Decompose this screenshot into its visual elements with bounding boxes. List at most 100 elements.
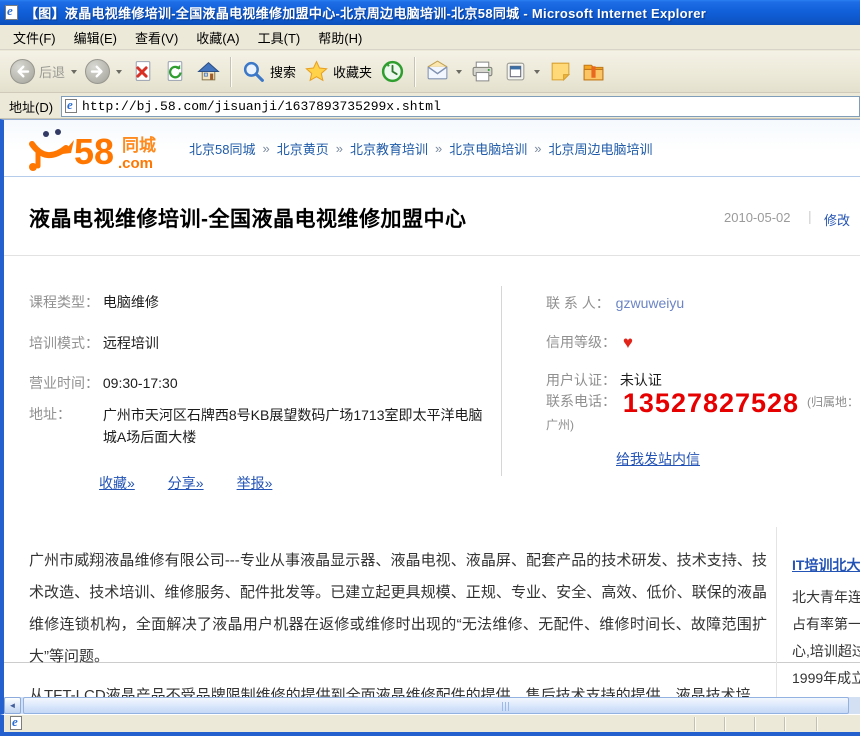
star-icon xyxy=(304,59,329,84)
refresh-icon xyxy=(163,59,188,84)
mail-button[interactable] xyxy=(421,54,466,90)
back-icon xyxy=(10,59,35,84)
breadcrumb-link-4[interactable]: 北京电脑培训 xyxy=(449,139,527,158)
folder-button[interactable] xyxy=(577,54,610,90)
description-text: 广州市威翔液晶维修有限公司---专业从事液晶显示器、液晶电视、液晶屏、配套产品的… xyxy=(29,545,767,697)
contact-name-value: gzwuweiyu xyxy=(616,295,684,311)
description-section: 广州市威翔液晶维修有限公司---专业从事液晶显示器、液晶电视、液晶屏、配套产品的… xyxy=(4,527,860,697)
page-title: 液晶电视维修培训-全国液晶电视维修加盟中心 xyxy=(29,203,467,233)
edit-button[interactable] xyxy=(499,54,544,90)
stop-button[interactable] xyxy=(126,54,159,90)
standard-toolbar: 后退 搜索 xyxy=(0,51,860,93)
menu-view[interactable]: 查看(V) xyxy=(126,25,187,50)
home-button[interactable] xyxy=(192,54,225,90)
breadcrumb-link-3[interactable]: 北京教育培训 xyxy=(350,139,428,158)
field-label: 营业时间： xyxy=(29,373,99,394)
print-button[interactable] xyxy=(466,54,499,90)
scrollbar-grip-icon xyxy=(502,702,511,711)
sidebar-text-line: 1999年成立 xyxy=(792,665,860,692)
meta-separator: | xyxy=(808,208,812,224)
field-training-mode: 培训模式： 远程培训 xyxy=(29,333,159,354)
svg-text:58: 58 xyxy=(74,131,114,172)
sidebar-ad-link[interactable]: IT培训北大青 xyxy=(792,555,860,575)
phone-number: 13527827528 xyxy=(623,388,799,418)
home-icon xyxy=(196,59,221,84)
refresh-button[interactable] xyxy=(159,54,192,90)
sticky-note-button[interactable] xyxy=(544,54,577,90)
auth-label: 用户认证： xyxy=(546,372,616,388)
field-label: 地址： xyxy=(29,404,99,425)
back-dropdown-icon[interactable] xyxy=(71,70,77,74)
window-title: 【图】液晶电视维修培训-全国液晶电视维修加盟中心-北京周边电脑培训-北京58同城… xyxy=(25,3,706,22)
column-divider xyxy=(501,286,502,476)
printer-icon xyxy=(470,59,495,84)
favorites-button[interactable]: 收藏夹 xyxy=(300,54,376,90)
field-label: 培训模式： xyxy=(29,333,99,354)
contact-name-label: 联 系 人： xyxy=(546,295,610,311)
breadcrumb-link-1[interactable]: 北京58同城 xyxy=(189,139,255,158)
mail-icon xyxy=(425,59,450,84)
edit-dropdown-icon[interactable] xyxy=(534,70,540,74)
browser-window: 【图】液晶电视维修培训-全国液晶电视维修加盟中心-北京周边电脑培训-北京58同城… xyxy=(0,0,860,736)
horizontal-scrollbar[interactable] xyxy=(0,697,860,714)
sidebar-text-line: 心,培训超过 xyxy=(792,638,860,665)
site-header: 58 .com 同城 北京58同城 » 北京黄页 » 北京教育培训 » 北京电脑… xyxy=(4,120,860,177)
field-value: 电脑维修 xyxy=(103,292,159,313)
phone-row: 联系电话： 13527827528 (归属地：广州) xyxy=(546,391,860,436)
action-links: 收藏» 分享» 举报» xyxy=(99,473,272,493)
forward-button[interactable] xyxy=(81,54,126,90)
breadcrumb-separator: » xyxy=(336,141,343,156)
forward-dropdown-icon[interactable] xyxy=(116,70,122,74)
status-panel-divider xyxy=(816,717,817,731)
history-button[interactable] xyxy=(376,54,409,90)
toolbar-separator xyxy=(414,57,416,87)
status-panel-divider xyxy=(724,717,725,731)
menu-bar: 文件(F) 编辑(E) 查看(V) 收藏(A) 工具(T) 帮助(H) xyxy=(0,25,860,50)
breadcrumb-separator: » xyxy=(534,141,541,156)
svg-text:.com: .com xyxy=(118,155,153,172)
post-date: 2010-05-02 xyxy=(724,210,791,225)
send-message-link[interactable]: 给我发站内信 xyxy=(616,451,700,467)
favorites-label: 收藏夹 xyxy=(333,62,372,81)
description-paragraph: 广州市威翔液晶维修有限公司---专业从事液晶显示器、液晶电视、液晶屏、配套产品的… xyxy=(29,545,767,673)
menu-edit[interactable]: 编辑(E) xyxy=(65,25,126,50)
credit-label: 信用等级： xyxy=(546,334,616,350)
back-button[interactable]: 后退 xyxy=(6,54,81,90)
sticky-note-icon xyxy=(548,59,573,84)
menu-help[interactable]: 帮助(H) xyxy=(309,25,371,50)
title-bar: 【图】液晶电视维修培训-全国液晶电视维修加盟中心-北京周边电脑培训-北京58同城… xyxy=(0,0,860,25)
right-sidebar: IT培训北大青 北大青年连 占有率第一, 心,培训超过 1999年成立 社会的高… xyxy=(792,555,860,697)
breadcrumb-link-2[interactable]: 北京黄页 xyxy=(277,139,329,158)
favorite-link[interactable]: 收藏» xyxy=(99,473,135,493)
status-panel-divider xyxy=(694,717,695,731)
menu-file[interactable]: 文件(F) xyxy=(4,25,65,50)
field-address: 地址： 广州市天河区石牌西8号KB展望数码广场1713室即太平洋电脑城A场后面大… xyxy=(29,404,488,448)
logo-58[interactable]: 58 .com 同城 xyxy=(22,124,187,174)
toolbar-separator xyxy=(230,57,232,87)
status-panel-divider xyxy=(784,717,785,731)
edit-link[interactable]: 修改 xyxy=(824,210,850,229)
report-link[interactable]: 举报» xyxy=(237,473,273,493)
scrollbar-thumb[interactable] xyxy=(23,697,849,714)
breadcrumb: 北京58同城 » 北京黄页 » 北京教育培训 » 北京电脑培训 » 北京周边电脑… xyxy=(189,120,652,177)
breadcrumb-link-5[interactable]: 北京周边电脑培训 xyxy=(548,139,652,158)
field-value: 广州市天河区石牌西8号KB展望数码广场1713室即太平洋电脑城A场后面大楼 xyxy=(103,404,488,448)
field-value: 远程培训 xyxy=(103,333,159,354)
field-course-type: 课程类型： 电脑维修 xyxy=(29,292,159,313)
info-section: 课程类型： 电脑维修 培训模式： 远程培训 营业时间： 09:30-17:30 … xyxy=(4,256,860,526)
breadcrumb-separator: » xyxy=(262,141,269,156)
menu-favorites[interactable]: 收藏(A) xyxy=(187,25,248,50)
field-value: 09:30-17:30 xyxy=(103,373,178,394)
address-input[interactable]: http://bj.58.com/jisuanji/1637893735299x… xyxy=(61,96,860,117)
back-label: 后退 xyxy=(39,62,65,81)
sidebar-text-line: 占有率第一, xyxy=(792,611,860,638)
search-icon xyxy=(241,59,266,84)
contact-name-row: 联 系 人： gzwuweiyu xyxy=(546,293,684,314)
menu-tools[interactable]: 工具(T) xyxy=(249,25,310,50)
scroll-left-button[interactable] xyxy=(4,697,21,714)
share-link[interactable]: 分享» xyxy=(168,473,204,493)
heart-icon xyxy=(623,333,633,352)
status-page-icon xyxy=(10,716,22,730)
mail-dropdown-icon[interactable] xyxy=(456,70,462,74)
search-button[interactable]: 搜索 xyxy=(237,54,300,90)
